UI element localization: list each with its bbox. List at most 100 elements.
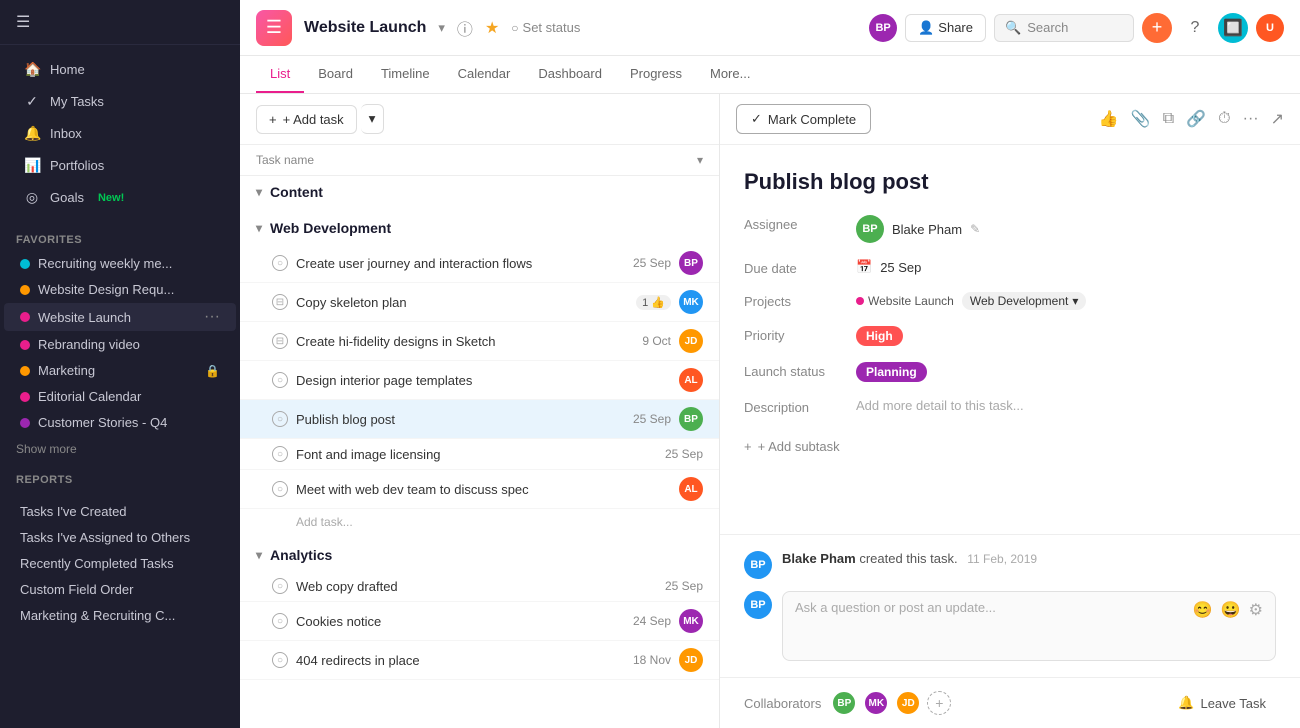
search-box[interactable]: 🔍 Search (994, 14, 1134, 42)
copy-icon[interactable]: ⧉ (1163, 110, 1174, 128)
search-icon: 🔍 (1005, 20, 1021, 36)
more-options-detail-icon[interactable]: ··· (1243, 110, 1259, 128)
task-check-a2[interactable]: ○ (272, 613, 288, 629)
task-item-a3[interactable]: ○ 404 redirects in place 18 Nov JD (240, 641, 719, 680)
sidebar-item-my-tasks[interactable]: ✓ My Tasks (8, 86, 232, 117)
report-marketing-recruiting[interactable]: Marketing & Recruiting C... (4, 603, 236, 628)
launch-status-value[interactable]: Planning (856, 362, 927, 382)
description-field: Description Add more detail to this task… (744, 398, 1276, 415)
project-tag-1[interactable]: Website Launch (856, 294, 954, 308)
comment-input[interactable]: Ask a question or post an update... 😊 😀 … (782, 591, 1276, 661)
smiley-icon[interactable]: 😀 (1221, 600, 1241, 620)
sidebar-fav-website-launch[interactable]: Website Launch ··· (4, 303, 236, 331)
report-recently-completed[interactable]: Recently Completed Tasks (4, 551, 236, 576)
task-check-t6[interactable]: ○ (272, 446, 288, 462)
tab-calendar[interactable]: Calendar (444, 56, 525, 93)
col-sort-icon[interactable]: ▾ (697, 153, 703, 167)
task-item-t2[interactable]: ⊟ Copy skeleton plan 1 👍 MK (240, 283, 719, 322)
more-options-icon[interactable]: ··· (204, 308, 220, 326)
task-item-t7[interactable]: ○ Meet with web dev team to discuss spec… (240, 470, 719, 509)
section-analytics: ▾ Analytics ○ Web copy drafted 25 Sep ○ … (240, 539, 719, 680)
sidebar-item-home[interactable]: 🏠 Home (8, 54, 232, 85)
task-list-panel: + + Add task ▾ Task name ▾ ▾ Content ▾ (240, 94, 720, 728)
section-analytics-header[interactable]: ▾ Analytics (240, 539, 719, 571)
sidebar-item-inbox[interactable]: 🔔 Inbox (8, 118, 232, 149)
tab-list[interactable]: List (256, 56, 304, 93)
report-tasks-assigned[interactable]: Tasks I've Assigned to Others (4, 525, 236, 550)
content-area: + + Add task ▾ Task name ▾ ▾ Content ▾ (240, 94, 1300, 728)
notifications-button[interactable]: 🔲 (1218, 13, 1248, 43)
task-check-a3[interactable]: ○ (272, 652, 288, 668)
hamburger-icon[interactable]: ☰ (16, 12, 30, 32)
sidebar-fav-rebranding[interactable]: Rebranding video (4, 332, 236, 357)
task-item-t4[interactable]: ○ Design interior page templates AL (240, 361, 719, 400)
task-item-a2[interactable]: ○ Cookies notice 24 Sep MK (240, 602, 719, 641)
tab-progress[interactable]: Progress (616, 56, 696, 93)
add-collaborator-button[interactable]: + (927, 691, 951, 715)
sidebar-fav-marketing[interactable]: Marketing 🔒 (4, 358, 236, 383)
description-value[interactable]: Add more detail to this task... (856, 398, 1024, 413)
profile-avatar[interactable]: U (1256, 14, 1284, 42)
tab-dashboard[interactable]: Dashboard (524, 56, 616, 93)
due-date-value[interactable]: 📅 25 Sep (856, 259, 921, 275)
leave-task-button[interactable]: 🔔 Leave Task (1168, 690, 1276, 716)
sidebar-item-goals[interactable]: ◎ Goals New! (8, 182, 232, 213)
report-tasks-created[interactable]: Tasks I've Created (4, 499, 236, 524)
assignee-edit-icon[interactable]: ✎ (970, 222, 980, 236)
add-subtask-button[interactable]: + + Add subtask (744, 431, 1276, 462)
description-label: Description (744, 398, 844, 415)
section-web-development-header[interactable]: ▾ Web Development (240, 212, 719, 244)
add-task-button[interactable]: + + Add task (256, 105, 357, 134)
goals-icon: ◎ (24, 189, 40, 206)
timer-icon[interactable]: ⏱ (1218, 110, 1230, 128)
sidebar-fav-editorial[interactable]: Editorial Calendar (4, 384, 236, 409)
task-item-t1[interactable]: ○ Create user journey and interaction fl… (240, 244, 719, 283)
task-check-t5[interactable]: ○ (272, 411, 288, 427)
star-icon[interactable]: ★ (485, 18, 499, 38)
plus-icon: + (269, 112, 277, 127)
add-task-dropdown-button[interactable]: ▾ (361, 104, 385, 134)
task-item-t5[interactable]: ○ Publish blog post 25 Sep BP (240, 400, 719, 439)
task-item-a1[interactable]: ○ Web copy drafted 25 Sep (240, 571, 719, 602)
task-item-t3[interactable]: ⊟ Create hi-fidelity designs in Sketch 9… (240, 322, 719, 361)
add-task-row-web[interactable]: Add task... (240, 509, 719, 535)
share-button[interactable]: 👤 Share (905, 14, 986, 42)
mark-complete-button[interactable]: ✓ Mark Complete (736, 104, 871, 134)
report-custom-field[interactable]: Custom Field Order (4, 577, 236, 602)
help-button[interactable]: ? (1180, 13, 1210, 43)
collab-avatar-1: BP (831, 690, 857, 716)
task-item-t6[interactable]: ○ Font and image licensing 25 Sep (240, 439, 719, 470)
tab-more[interactable]: More... (696, 56, 764, 93)
task-check-t3[interactable]: ⊟ (272, 333, 288, 349)
task-avatar-t3: JD (679, 329, 703, 353)
link-icon[interactable]: 🔗 (1186, 109, 1206, 129)
set-status-link[interactable]: ○ Set status (511, 20, 580, 35)
add-button[interactable]: + (1142, 13, 1172, 43)
chevron-down-icon[interactable]: ▾ (438, 20, 445, 36)
customer-dot (20, 418, 30, 428)
task-check-a1[interactable]: ○ (272, 578, 288, 594)
emoji-icon[interactable]: 😊 (1193, 600, 1213, 620)
sidebar-fav-recruiting[interactable]: Recruiting weekly me... (4, 251, 236, 276)
priority-value[interactable]: High (856, 326, 903, 346)
project-tag-2[interactable]: Web Development ▾ (962, 292, 1087, 310)
thumbs-up-icon[interactable]: 👍 (1099, 109, 1119, 129)
expand-icon[interactable]: ↗ (1271, 109, 1284, 129)
task-check-t4[interactable]: ○ (272, 372, 288, 388)
task-check-t7[interactable]: ○ (272, 481, 288, 497)
sidebar-item-portfolios[interactable]: 📊 Portfolios (8, 150, 232, 181)
info-icon[interactable]: ⓘ (457, 16, 473, 40)
task-detail-panel: ✓ Mark Complete 👍 📎 ⧉ 🔗 ⏱ ··· ↗ Publish … (720, 94, 1300, 728)
settings-icon[interactable]: ⚙ (1249, 600, 1263, 620)
website-launch-dot (20, 312, 30, 322)
attach-icon[interactable]: 📎 (1131, 109, 1151, 129)
task-check-t1[interactable]: ○ (272, 255, 288, 271)
sidebar-fav-website-design[interactable]: Website Design Requ... (4, 277, 236, 302)
tab-timeline[interactable]: Timeline (367, 56, 444, 93)
task-check-t2[interactable]: ⊟ (272, 294, 288, 310)
show-more-button[interactable]: Show more (0, 436, 240, 462)
sidebar-fav-customer[interactable]: Customer Stories - Q4 (4, 410, 236, 435)
assignee-value[interactable]: BP Blake Pham ✎ (856, 215, 980, 243)
tab-board[interactable]: Board (304, 56, 367, 93)
section-content-header[interactable]: ▾ Content (240, 176, 719, 208)
